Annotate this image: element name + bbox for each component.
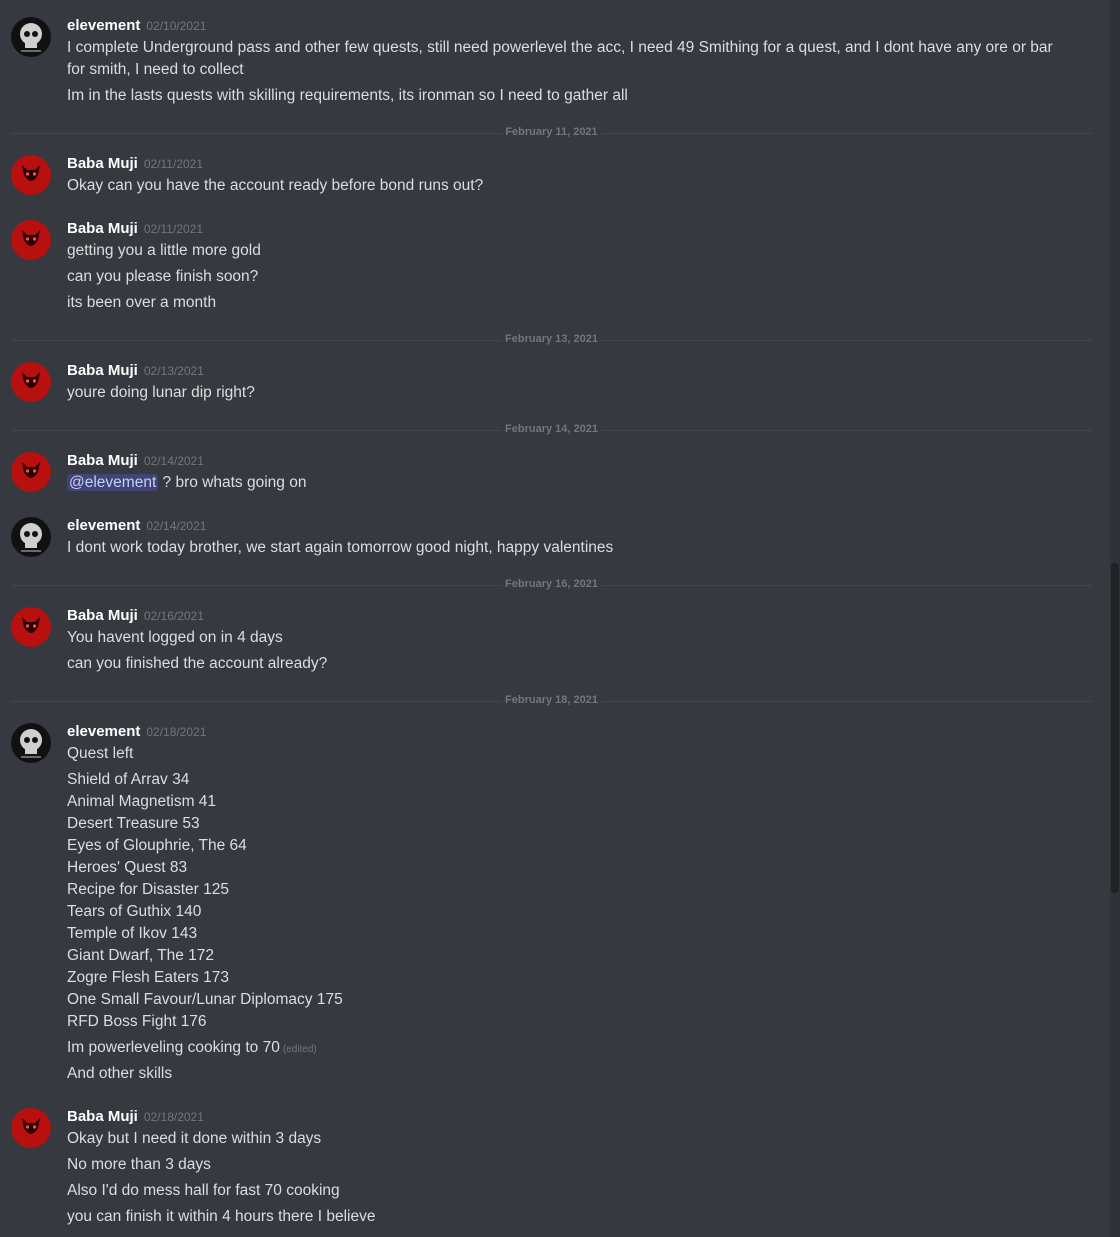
- edited-label: (edited): [282, 1044, 317, 1055]
- message-text: You havent logged on in 4 days: [67, 629, 283, 646]
- scrollbar-thumb[interactable]: [1111, 563, 1119, 893]
- message-text: getting you a little more gold: [67, 242, 261, 259]
- username[interactable]: elevement: [67, 723, 140, 740]
- message-text-edited: Im powerleveling cooking to 70 (edited): [67, 1037, 317, 1061]
- date-divider-label: February 18, 2021: [501, 694, 602, 706]
- message-header: elevement 02/14/2021: [67, 516, 206, 534]
- skull-avatar-icon: [20, 23, 42, 52]
- message-text: Giant Dwarf, The 172: [67, 947, 215, 964]
- timestamp: 02/16/2021: [143, 609, 204, 623]
- message-text: And other skills: [67, 1065, 173, 1082]
- message-text: Im in the lasts quests with skilling req…: [67, 87, 628, 104]
- username[interactable]: Baba Muji: [67, 220, 138, 237]
- demon-avatar-icon: [22, 165, 40, 181]
- user-mention[interactable]: @elevement: [67, 474, 159, 491]
- demon-avatar-icon: [22, 617, 40, 633]
- message-text: RFD Boss Fight 176: [67, 1013, 207, 1030]
- message-header: Baba Muji 02/16/2021: [67, 606, 204, 624]
- timestamp: 02/14/2021: [143, 454, 204, 468]
- date-divider: February 14, 2021: [11, 423, 1092, 435]
- message-text: Shield of Arrav 34: [67, 771, 190, 788]
- message-header: Baba Muji 02/14/2021: [67, 451, 204, 469]
- username[interactable]: Baba Muji: [67, 1108, 138, 1125]
- avatar-baba-muji[interactable]: [11, 155, 51, 195]
- message-text: Tears of Guthix 140: [67, 903, 202, 920]
- message-text: Recipe for Disaster 125: [67, 881, 229, 898]
- username[interactable]: Baba Muji: [67, 607, 138, 624]
- message-text: Heroes' Quest 83: [67, 859, 188, 876]
- avatar-elevement[interactable]: [11, 17, 51, 57]
- avatar-baba-muji[interactable]: [11, 362, 51, 402]
- date-divider-label: February 16, 2021: [501, 578, 602, 590]
- timestamp: 02/13/2021: [143, 364, 204, 378]
- username[interactable]: Baba Muji: [67, 362, 138, 379]
- message-text: Zogre Flesh Eaters 173: [67, 969, 229, 986]
- timestamp: 02/18/2021: [143, 1110, 204, 1124]
- avatar-baba-muji[interactable]: [11, 220, 51, 260]
- message-text: @elevement ? bro whats going on: [67, 472, 306, 494]
- message-header: Baba Muji 02/18/2021: [67, 1107, 204, 1125]
- demon-avatar-icon: [22, 230, 40, 246]
- message-text: Desert Treasure 53: [67, 815, 200, 832]
- message-text: youre doing lunar dip right?: [67, 384, 255, 401]
- username[interactable]: Baba Muji: [67, 155, 138, 172]
- message-text: Also I'd do mess hall for fast 70 cookin…: [67, 1182, 340, 1199]
- message-header: Baba Muji 02/11/2021: [67, 219, 203, 237]
- avatar-elevement[interactable]: [11, 723, 51, 763]
- timestamp: 02/14/2021: [146, 519, 207, 533]
- date-divider-label: February 14, 2021: [501, 423, 602, 435]
- message-list: elevement 02/10/2021 I complete Undergrou…: [0, 0, 1110, 1237]
- message-text: Quest left: [67, 745, 134, 762]
- message-text-fragment: ? bro whats going on: [158, 474, 307, 491]
- date-divider: February 11, 2021: [11, 126, 1092, 138]
- message-text: its been over a month: [67, 294, 217, 311]
- timestamp: 02/18/2021: [146, 725, 207, 739]
- message-text: Okay can you have the account ready befo…: [67, 177, 484, 194]
- message-header: Baba Muji 02/11/2021: [67, 154, 203, 172]
- avatar-baba-muji[interactable]: [11, 452, 51, 492]
- message-text: Eyes of Glouphrie, The 64: [67, 837, 247, 854]
- message-text: Temple of Ikov 143: [67, 925, 198, 942]
- username[interactable]: Baba Muji: [67, 452, 138, 469]
- timestamp: 02/10/2021: [146, 19, 207, 33]
- date-divider-label: February 13, 2021: [501, 333, 602, 345]
- message-text: can you finished the account already?: [67, 655, 328, 672]
- message-text: No more than 3 days: [67, 1156, 211, 1173]
- demon-avatar-icon: [22, 372, 40, 388]
- message-header: Baba Muji 02/13/2021: [67, 361, 204, 379]
- skull-avatar-icon: [20, 729, 42, 758]
- message-text: I dont work today brother, we start agai…: [67, 539, 614, 556]
- date-divider-label: February 11, 2021: [501, 126, 602, 138]
- username[interactable]: elevement: [67, 17, 140, 34]
- message-text: I complete Underground pass and other fe…: [67, 39, 1053, 78]
- message-header: elevement 02/10/2021: [67, 16, 206, 34]
- avatar-baba-muji[interactable]: [11, 607, 51, 647]
- message-text: can you please finish soon?: [67, 268, 259, 285]
- message-text: Okay but I need it done within 3 days: [67, 1130, 322, 1147]
- message-text: Animal Magnetism 41: [67, 793, 217, 810]
- message-text: One Small Favour/Lunar Diplomacy 175: [67, 991, 343, 1008]
- skull-avatar-icon: [20, 523, 42, 552]
- avatar-baba-muji[interactable]: [11, 1108, 51, 1148]
- avatar-elevement[interactable]: [11, 517, 51, 557]
- username[interactable]: elevement: [67, 517, 140, 534]
- demon-avatar-icon: [22, 462, 40, 478]
- timestamp: 02/11/2021: [143, 157, 204, 171]
- message-header: elevement 02/18/2021: [67, 722, 206, 740]
- date-divider: February 16, 2021: [11, 578, 1092, 590]
- date-divider: February 13, 2021: [11, 333, 1092, 345]
- demon-avatar-icon: [22, 1118, 40, 1134]
- message-text: you can finish it within 4 hours there I…: [67, 1208, 376, 1225]
- date-divider: February 18, 2021: [11, 694, 1092, 706]
- timestamp: 02/11/2021: [143, 222, 204, 236]
- message-text-fragment: Im powerleveling cooking to 70: [67, 1039, 280, 1056]
